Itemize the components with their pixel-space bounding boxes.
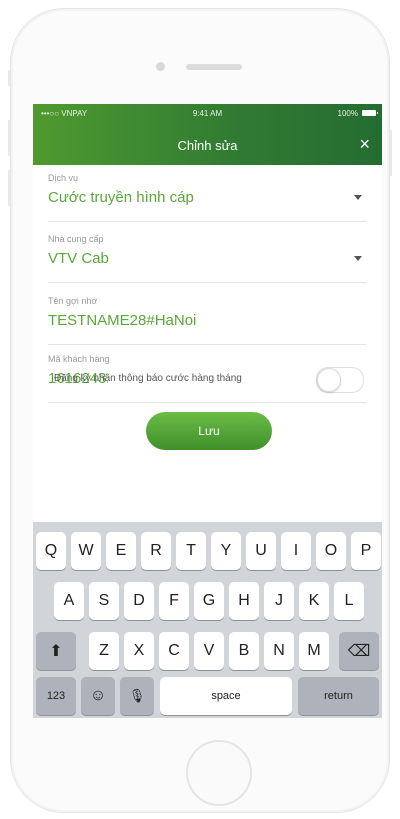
- provider-field[interactable]: Nhà cung cấp VTV Cab: [48, 226, 366, 283]
- nickname-label: Tên gợi nhớ: [48, 296, 98, 306]
- key-b[interactable]: B: [229, 632, 259, 670]
- key-m[interactable]: M: [299, 632, 329, 670]
- battery-label: 100%: [337, 109, 358, 118]
- key-h[interactable]: H: [229, 582, 259, 620]
- numbers-key[interactable]: 123: [36, 677, 76, 715]
- side-button: [8, 70, 11, 86]
- emoji-icon: ☺: [89, 687, 107, 704]
- key-j[interactable]: J: [264, 582, 294, 620]
- notify-label: Đăng ký nhận thông báo cước hàng tháng: [54, 373, 242, 384]
- save-button[interactable]: Lưu: [146, 412, 272, 450]
- shift-key[interactable]: ⬆: [36, 632, 76, 670]
- shift-icon: ⬆: [49, 643, 63, 660]
- toggle-knob: [317, 368, 341, 392]
- service-label: Dịch vụ: [48, 173, 79, 183]
- key-l[interactable]: L: [334, 582, 364, 620]
- key-n[interactable]: N: [264, 632, 294, 670]
- key-r[interactable]: R: [141, 532, 171, 570]
- provider-label: Nhà cung cấp: [48, 234, 104, 244]
- phone-screen: •••○○ VNPAY 9:41 AM 100% Chỉnh sửa × Dịc…: [33, 104, 382, 718]
- speaker-grille: [186, 64, 242, 70]
- status-bar: •••○○ VNPAY 9:41 AM 100%: [33, 104, 382, 122]
- key-y[interactable]: Y: [211, 532, 241, 570]
- chevron-down-icon[interactable]: [354, 195, 362, 200]
- key-d[interactable]: D: [124, 582, 154, 620]
- power-button: [389, 130, 392, 176]
- delete-icon: ⌫: [347, 643, 371, 660]
- key-s[interactable]: S: [89, 582, 119, 620]
- camera-icon: [156, 62, 165, 71]
- microphone-icon: 🎙: [128, 688, 146, 703]
- space-key[interactable]: space: [160, 677, 292, 715]
- key-p[interactable]: P: [351, 532, 381, 570]
- key-z[interactable]: Z: [89, 632, 119, 670]
- chevron-down-icon[interactable]: [354, 256, 362, 261]
- close-icon[interactable]: ×: [359, 132, 370, 156]
- battery-icon: [362, 110, 378, 116]
- notify-toggle[interactable]: [316, 367, 364, 393]
- nickname-field[interactable]: Tên gợi nhớ TESTNAME28#HaNoi: [48, 288, 366, 345]
- header: •••○○ VNPAY 9:41 AM 100% Chỉnh sửa ×: [33, 104, 382, 165]
- key-w[interactable]: W: [71, 532, 101, 570]
- return-key[interactable]: return: [298, 677, 379, 715]
- provider-value: VTV Cab: [48, 250, 109, 267]
- key-i[interactable]: I: [281, 532, 311, 570]
- service-value: Cước truyền hình cáp: [48, 189, 194, 206]
- microphone-key[interactable]: 🎙: [120, 677, 154, 715]
- page-title: Chỉnh sửa: [177, 138, 238, 153]
- notify-row: Đăng ký nhận thông báo cước hàng tháng: [33, 357, 382, 401]
- key-f[interactable]: F: [159, 582, 189, 620]
- key-e[interactable]: E: [106, 532, 136, 570]
- nickname-value[interactable]: TESTNAME28#HaNoi: [48, 312, 196, 329]
- time-label: 9:41 AM: [192, 109, 223, 118]
- key-a[interactable]: A: [54, 582, 84, 620]
- key-x[interactable]: X: [124, 632, 154, 670]
- key-o[interactable]: O: [316, 532, 346, 570]
- keyboard: Q W E R T Y U I O P A S D F G H J K L ⬆ …: [33, 522, 382, 718]
- delete-key[interactable]: ⌫: [339, 632, 379, 670]
- key-v[interactable]: V: [194, 632, 224, 670]
- volume-up-button: [8, 120, 11, 156]
- key-k[interactable]: K: [299, 582, 329, 620]
- key-u[interactable]: U: [246, 532, 276, 570]
- key-t[interactable]: T: [176, 532, 206, 570]
- volume-down-button: [8, 170, 11, 206]
- key-q[interactable]: Q: [36, 532, 66, 570]
- emoji-key[interactable]: ☺: [81, 677, 115, 715]
- home-button[interactable]: [186, 740, 252, 806]
- key-c[interactable]: C: [159, 632, 189, 670]
- key-g[interactable]: G: [194, 582, 224, 620]
- service-field[interactable]: Dịch vụ Cước truyền hình cáp: [48, 165, 366, 222]
